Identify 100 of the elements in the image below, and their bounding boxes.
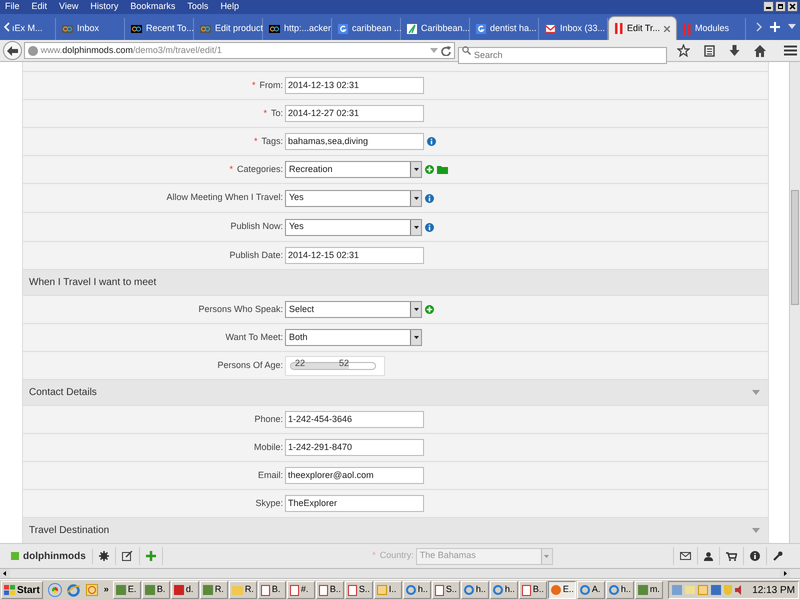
required-mark: * xyxy=(263,106,267,120)
field-label: Publish Date: xyxy=(229,248,283,262)
minimize-icon[interactable] xyxy=(763,1,774,12)
folder-icon xyxy=(232,586,243,594)
browser-tab[interactable]: Edit Tr... xyxy=(608,16,677,40)
close-icon[interactable] xyxy=(787,1,798,12)
address-bar[interactable]: www.dolphinmods.com/demo3/m/travel/edit/1 xyxy=(24,42,455,59)
taskbar-button[interactable]: S.. xyxy=(344,581,373,599)
home-icon[interactable] xyxy=(754,44,766,56)
menu-item[interactable]: Help xyxy=(220,0,239,14)
taskbar-button[interactable]: m. xyxy=(634,581,663,599)
field-label: Allow Meeting When I Travel: xyxy=(166,191,283,204)
taskbar-button[interactable]: B. xyxy=(142,581,170,599)
menu-item[interactable]: Edit xyxy=(32,0,48,14)
range-min-handle[interactable]: 22 xyxy=(295,358,306,368)
taskbar-button[interactable]: A. xyxy=(576,581,605,599)
cart-icon[interactable] xyxy=(726,552,737,560)
wrench-icon[interactable] xyxy=(773,551,783,561)
field-label: Mobile: xyxy=(254,440,283,454)
folder-icon[interactable] xyxy=(437,166,448,174)
menu-icon[interactable] xyxy=(784,45,797,56)
browser-icon[interactable] xyxy=(66,584,80,596)
loop-logo-icon xyxy=(62,25,73,33)
start-button[interactable]: Start xyxy=(1,581,43,599)
tray-network-icon[interactable] xyxy=(711,585,722,595)
back-button[interactable] xyxy=(3,41,22,60)
field-label: Want To Meet: xyxy=(225,330,283,344)
star-icon[interactable] xyxy=(677,44,690,57)
plus-icon[interactable] xyxy=(146,551,156,561)
required-mark: * xyxy=(252,78,256,92)
user-icon[interactable] xyxy=(704,552,713,560)
leaf-icon xyxy=(407,24,417,34)
text-field[interactable]: theexplorer@aol.com xyxy=(285,467,424,484)
taskbar-button[interactable]: h.. xyxy=(460,581,489,599)
taskbar-button[interactable]: I.. xyxy=(374,581,402,599)
taskbar-button[interactable]: E.. xyxy=(548,581,576,599)
edit-icon[interactable] xyxy=(122,551,133,561)
browser-icon xyxy=(406,585,416,595)
bars-icon xyxy=(615,23,623,34)
letter-g-icon xyxy=(476,24,486,34)
clipboard-icon[interactable] xyxy=(704,44,715,57)
menu-item[interactable]: Bookmarks xyxy=(130,0,176,14)
text-field[interactable]: 2014-12-13 02:31 xyxy=(285,77,424,94)
age-range-field[interactable]: 22 52 xyxy=(285,356,385,376)
text-field[interactable]: TheExplorer xyxy=(285,495,424,512)
select-field[interactable]: Yes xyxy=(285,218,422,236)
taskbar-button[interactable]: E. xyxy=(112,581,141,599)
text-field[interactable]: bahamas,sea,diving xyxy=(285,133,424,150)
horizontal-scrollbar[interactable] xyxy=(0,568,800,579)
required-mark: * xyxy=(372,549,376,562)
text-field[interactable]: 1-242-454-3646 xyxy=(285,411,424,428)
taskbar-button[interactable]: B. xyxy=(258,581,286,599)
menu-item[interactable]: History xyxy=(90,0,118,14)
reload-icon[interactable] xyxy=(441,46,451,56)
text-field[interactable]: 2014-12-15 02:31 xyxy=(285,247,424,264)
taskbar-button[interactable]: #. xyxy=(286,581,315,599)
select-field[interactable]: Both xyxy=(285,329,422,346)
dropdown-icon[interactable] xyxy=(788,24,796,29)
menu-item[interactable]: File xyxy=(5,0,20,14)
required-mark: * xyxy=(229,162,233,176)
app-icon xyxy=(116,585,126,595)
text-field[interactable]: 2014-12-27 02:31 xyxy=(285,105,424,122)
text-field[interactable]: 1-242-291-8470 xyxy=(285,439,424,456)
taskbar-button[interactable]: B.. xyxy=(316,581,344,599)
clock-icon[interactable] xyxy=(86,584,98,596)
loop-logo-icon xyxy=(269,25,280,33)
select-field[interactable]: Yes xyxy=(285,190,422,206)
app-icon xyxy=(202,585,213,595)
scroll-right-icon[interactable] xyxy=(780,569,790,578)
document-icon xyxy=(318,584,328,596)
select-field[interactable]: Recreation xyxy=(285,161,422,178)
taskbar-button[interactable]: d. xyxy=(170,581,199,599)
field-label: Persons Who Speak: xyxy=(198,302,283,316)
scroll-left-icon[interactable] xyxy=(0,569,10,578)
mail-icon[interactable] xyxy=(680,552,691,560)
taskbar-button[interactable]: h.. xyxy=(402,581,431,599)
section-header: When I Travel I want to meet xyxy=(23,270,768,296)
select-field[interactable]: Select xyxy=(285,301,422,318)
more-chevron[interactable]: » xyxy=(104,583,109,597)
menu-item[interactable]: View xyxy=(59,0,78,14)
taskbar-button[interactable]: S.. xyxy=(432,581,460,599)
taskbar-button[interactable]: R. xyxy=(228,581,257,599)
taskbar-button[interactable]: R. xyxy=(200,581,228,599)
search-field[interactable]: Search xyxy=(458,46,667,64)
settings-icon[interactable] xyxy=(98,551,109,561)
info-icon[interactable] xyxy=(750,551,760,561)
globe-icon xyxy=(28,46,38,56)
menu-item[interactable]: Tools xyxy=(187,0,208,14)
logo-icon xyxy=(11,552,19,560)
taskbar-button[interactable]: h.. xyxy=(490,581,518,599)
section-header[interactable]: Contact Details xyxy=(23,380,768,406)
taskbar-button[interactable]: h.. xyxy=(606,581,634,599)
range-max-handle[interactable]: 52 xyxy=(339,358,350,368)
scrollbar-thumb[interactable] xyxy=(791,190,799,305)
vertical-scrollbar[interactable] xyxy=(789,62,800,543)
taskbar-button[interactable]: B.. xyxy=(518,581,547,599)
section-header[interactable]: Travel Destination xyxy=(23,518,768,543)
brand-link[interactable]: dolphinmods xyxy=(23,548,93,564)
download-icon[interactable] xyxy=(729,44,740,56)
restore-icon[interactable] xyxy=(775,1,786,12)
